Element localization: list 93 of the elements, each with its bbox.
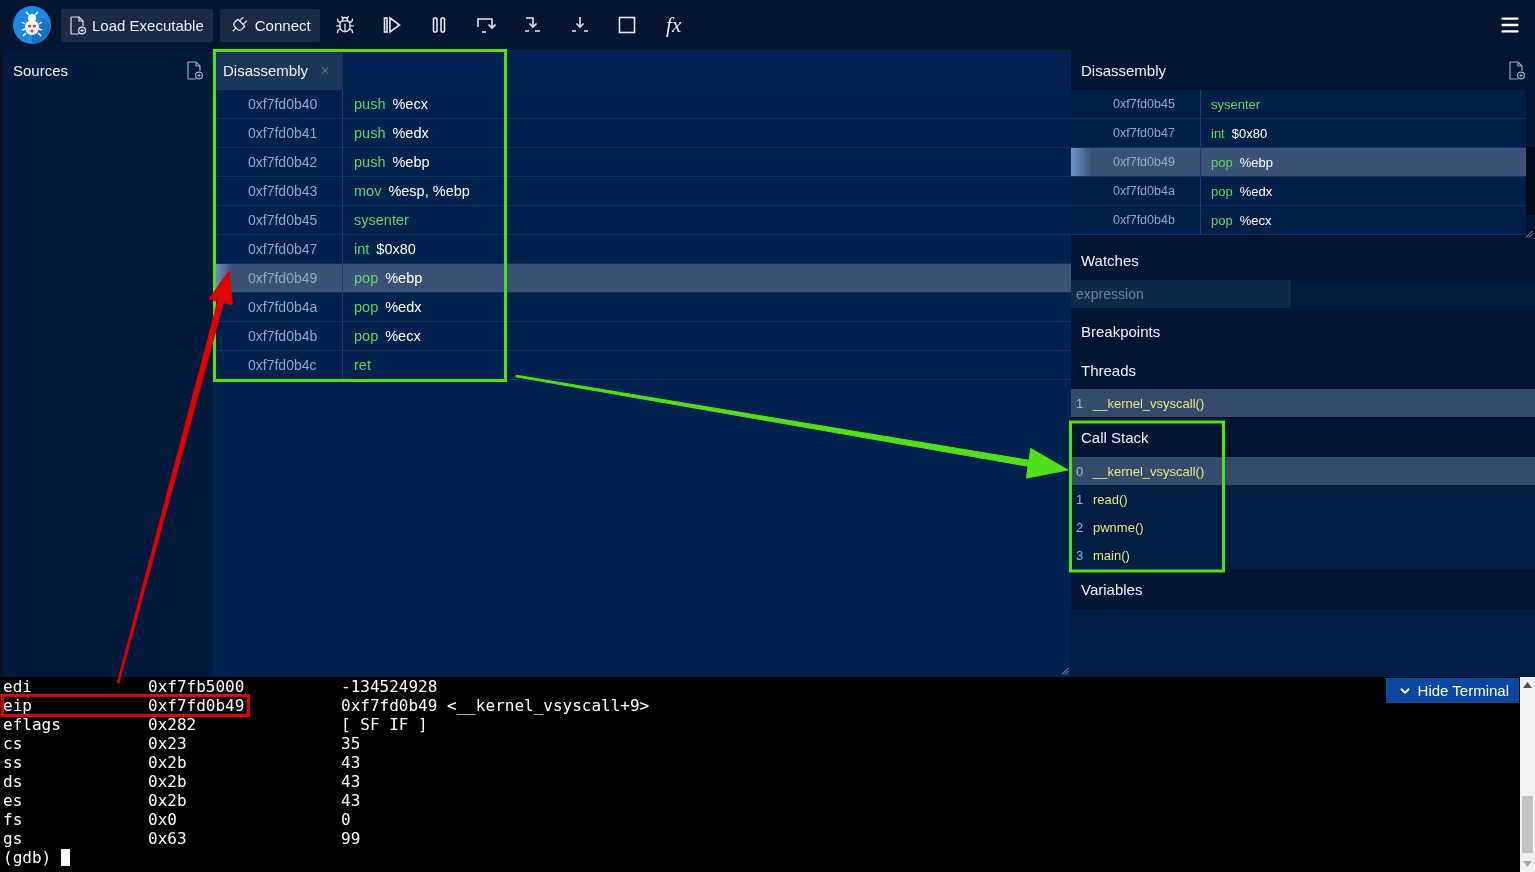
terminal-scrollbar[interactable]	[1520, 677, 1535, 872]
file-add-icon	[70, 15, 86, 35]
address-cell: 0xf7fd0b45	[231, 206, 343, 234]
section-title: Disassembly	[1081, 61, 1167, 79]
bug-icon	[334, 15, 355, 35]
section-title: Call Stack	[1081, 428, 1149, 446]
register-name: fs	[3, 810, 23, 829]
register-natural-value: 0xf7fd0b49 <__kernel_vsyscall+9>	[341, 696, 650, 715]
instruction-cell-text: push %ebp	[353, 153, 431, 172]
panel-title: Sources	[13, 61, 69, 79]
thread-item[interactable]: 1 __kernel_vsyscall()	[1071, 389, 1535, 417]
register-value: 0x23	[148, 734, 187, 753]
step-into-icon	[522, 15, 543, 35]
scrollbar-thumb[interactable]	[1522, 796, 1533, 853]
instruction-cell-text: pop %ecx	[1210, 211, 1273, 230]
register-value: 0xf7fd0b49	[148, 696, 245, 715]
call-stack-frame[interactable]: 2 pwnme()	[1071, 513, 1535, 541]
address-cell: 0xf7fd0b4b	[231, 322, 343, 350]
address-cell: 0xf7fd0b4c	[231, 351, 343, 379]
instruction-cell-text: pop %edx	[353, 298, 423, 317]
resize-grip-icon[interactable]	[1061, 667, 1069, 675]
instruction-cell-text: mov %esp, %ebp	[353, 182, 471, 201]
register-natural-value: -134524928	[341, 677, 438, 696]
instruction-cell-text: int $0x80	[1210, 124, 1269, 143]
register-value: 0x0	[148, 810, 177, 829]
register-name: cs	[3, 734, 23, 753]
continue-icon	[381, 15, 402, 35]
register-name: ds	[3, 772, 23, 791]
address-cell: 0xf7fd0b47	[231, 235, 343, 263]
section-title: Watches	[1081, 251, 1139, 269]
instruction-cell-text: push %ecx	[353, 95, 429, 114]
register-value: 0x63	[148, 829, 187, 848]
register-natural-value: 43	[341, 753, 361, 772]
address-cell: 0xf7fd0b4a	[1091, 177, 1201, 205]
step-over-icon	[475, 15, 496, 35]
section-title: Threads	[1081, 361, 1137, 379]
text-cursor-icon	[61, 849, 71, 866]
instruction-cell-text: push %edx	[353, 124, 430, 143]
hide-terminal-button[interactable]: Hide Terminal	[1385, 678, 1519, 703]
register-natural-value: 99	[341, 829, 361, 848]
instruction-cell-text: pop %ebp	[1210, 153, 1274, 172]
file-add-icon[interactable]	[187, 60, 203, 80]
watch-expression-field[interactable]: expression	[1071, 280, 1291, 308]
instruction-cell-text: sysenter	[353, 211, 410, 230]
instruction-cell-text: pop %ecx	[353, 327, 422, 346]
address-cell: 0xf7fd0b41	[231, 119, 343, 147]
section-title: Variables	[1081, 580, 1143, 598]
resize-grip-icon[interactable]	[1525, 230, 1533, 238]
address-cell: 0xf7fd0b47	[1091, 119, 1201, 147]
expression-button[interactable]: fx	[655, 7, 692, 43]
menu-icon	[1499, 14, 1521, 36]
register-name: edi	[3, 677, 32, 696]
gdb-prompt: (gdb)	[3, 848, 52, 867]
instruction-cell-text: ret	[353, 356, 372, 375]
register-name: eflags	[3, 715, 61, 734]
call-stack-frame[interactable]: 0 __kernel_vsyscall()	[1071, 457, 1535, 485]
register-value: 0x2b	[148, 753, 187, 772]
register-value: 0x2b	[148, 772, 187, 791]
call-stack-frame[interactable]: 1 read()	[1071, 485, 1535, 513]
register-value: 0x2b	[148, 791, 187, 810]
register-name: ss	[3, 753, 23, 772]
load-executable-button[interactable]: Load Executable	[61, 8, 213, 42]
register-natural-value: 0	[341, 810, 351, 829]
tab-label: Disassembly	[223, 61, 309, 79]
connect-button[interactable]: Connect	[219, 8, 320, 42]
register-value: 0xf7fb5000	[148, 677, 245, 696]
scrollbar-thumb[interactable]	[1526, 147, 1535, 215]
address-cell: 0xf7fd0b45	[1091, 90, 1201, 118]
address-cell: 0xf7fd0b42	[231, 148, 343, 176]
file-add-icon[interactable]	[1509, 60, 1525, 80]
ladybug-logo-icon	[13, 6, 51, 44]
register-name: eip	[3, 696, 32, 715]
register-natural-value: 43	[341, 772, 361, 791]
register-natural-value: [ SF IF ]	[341, 715, 428, 734]
address-cell: 0xf7fd0b43	[231, 177, 343, 205]
instruction-cell-text: sysenter	[1210, 95, 1262, 114]
address-cell: 0xf7fd0b49	[1091, 148, 1201, 176]
register-natural-value: 35	[341, 734, 361, 753]
instruction-cell-text: pop %ebp	[353, 269, 424, 288]
step-down-icon	[569, 15, 590, 35]
address-cell: 0xf7fd0b40	[231, 90, 343, 118]
call-stack-frame[interactable]: 3 main()	[1071, 541, 1535, 569]
instruction-cell-text: pop %edx	[1210, 182, 1274, 201]
register-natural-value: 43	[341, 791, 361, 810]
section-title: Breakpoints	[1081, 322, 1161, 340]
scroll-up-icon[interactable]	[1523, 682, 1532, 688]
register-name: es	[3, 791, 23, 810]
register-name: gs	[3, 829, 23, 848]
stop-icon	[616, 15, 637, 35]
address-cell: 0xf7fd0b4b	[1091, 206, 1201, 234]
register-value: 0x282	[148, 715, 197, 734]
instruction-cell-text: int $0x80	[353, 240, 417, 259]
editor-tab[interactable]: Disassembly	[215, 50, 343, 90]
